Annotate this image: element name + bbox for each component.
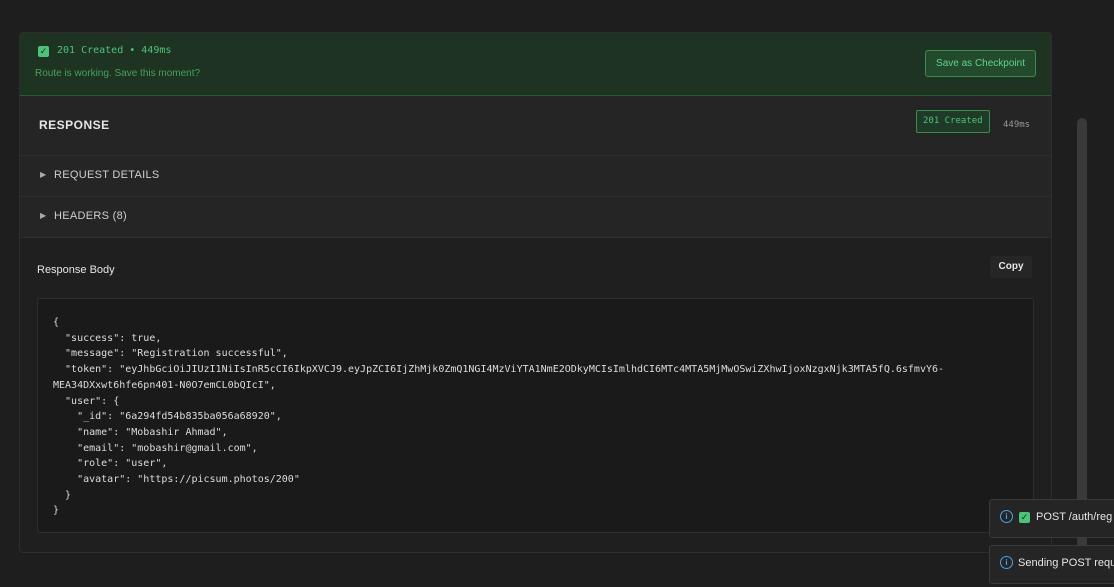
toast-text: POST /auth/reg: [1036, 511, 1113, 523]
response-body-code[interactable]: { "success": true, "message": "Registrat…: [37, 298, 1034, 533]
info-icon: i: [1000, 556, 1013, 569]
response-time: 449ms: [1003, 120, 1031, 130]
toast-request-result[interactable]: i ✓ POST /auth/reg: [989, 499, 1114, 538]
response-body-label: Response Body: [37, 264, 115, 276]
headers-label: HEADERS (8): [54, 210, 127, 222]
status-badge: 201 Created: [916, 110, 990, 133]
response-title: RESPONSE: [39, 118, 110, 132]
caret-right-icon: ▶: [40, 211, 47, 220]
response-json: { "success": true, "message": "Registrat…: [53, 317, 945, 517]
banner-subtext: Route is working. Save this moment?: [35, 68, 201, 79]
check-icon: ✓: [1019, 512, 1030, 523]
toast-text: Sending POST requ: [1018, 557, 1114, 569]
copy-button[interactable]: Copy: [990, 256, 1032, 278]
success-banner: ✓ 201 Created • 449ms Route is working. …: [20, 33, 1051, 96]
toast-sending[interactable]: i Sending POST requ: [989, 545, 1114, 584]
check-icon: ✓: [38, 46, 49, 57]
scrollbar[interactable]: [1077, 118, 1087, 548]
response-panel: ✓ 201 Created • 449ms Route is working. …: [19, 32, 1052, 553]
caret-right-icon: ▶: [40, 170, 47, 179]
response-header: RESPONSE 201 Created 449ms: [20, 96, 1051, 156]
request-details-label: REQUEST DETAILS: [54, 169, 160, 181]
banner-status: 201 Created • 449ms: [57, 45, 172, 56]
info-icon: i: [1000, 510, 1013, 523]
save-checkpoint-button[interactable]: Save as Checkpoint: [925, 50, 1036, 77]
headers-toggle[interactable]: ▶ HEADERS (8): [20, 197, 1051, 238]
request-details-toggle[interactable]: ▶ REQUEST DETAILS: [20, 156, 1051, 197]
